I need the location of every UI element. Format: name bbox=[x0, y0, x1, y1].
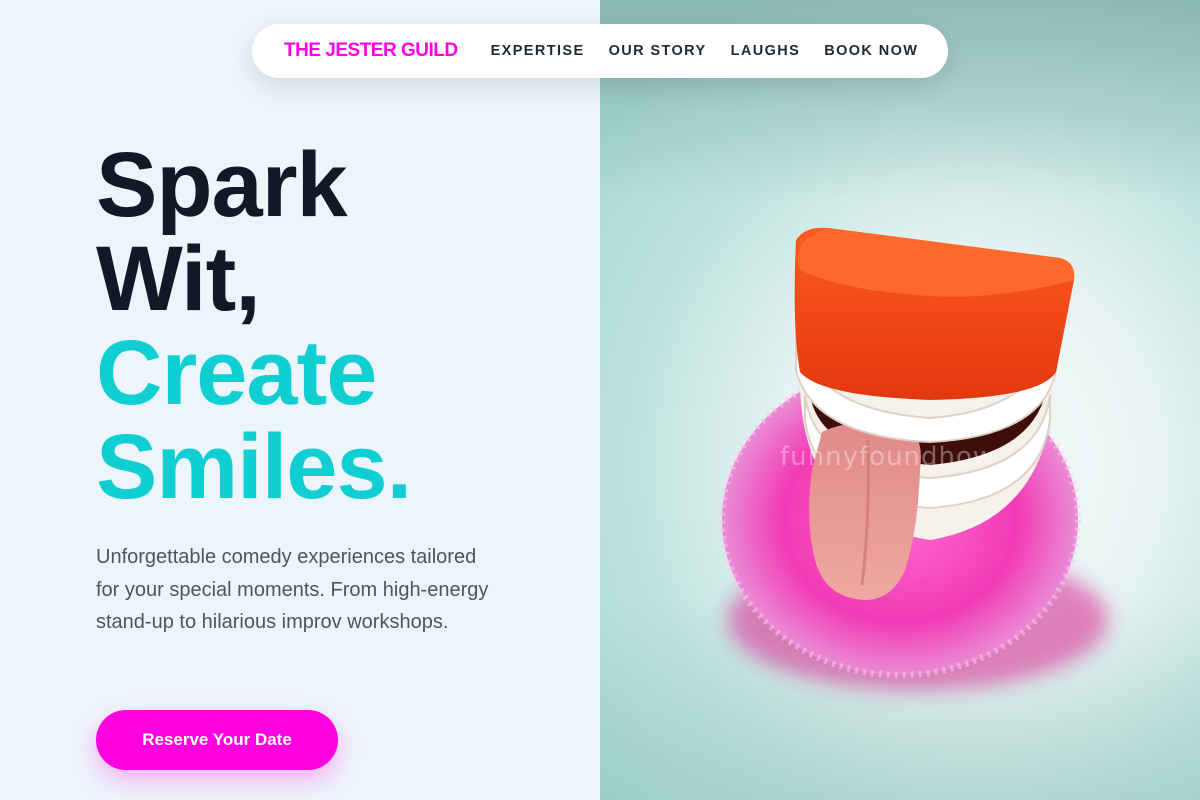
headline-line-1: Spark bbox=[96, 134, 348, 236]
nav-link-book-now[interactable]: BOOK NOW bbox=[824, 43, 918, 59]
hero-left-panel: Spark Wit, Create Smiles. Unforgettable … bbox=[0, 0, 600, 800]
hero-image-panel: funnyfoundhow bbox=[600, 0, 1200, 800]
nav-link-laughs[interactable]: LAUGHS bbox=[731, 43, 801, 59]
nav-link-expertise[interactable]: EXPERTISE bbox=[491, 43, 585, 59]
headline-line-4: Smiles. bbox=[96, 416, 412, 518]
hero-description: Unforgettable comedy experiences tailore… bbox=[96, 546, 489, 633]
image-watermark: funnyfoundhow bbox=[780, 442, 995, 472]
brand-logo[interactable]: THE JESTER GUILD bbox=[284, 40, 458, 62]
nav-links: EXPERTISE OUR STORY LAUGHS BOOK NOW bbox=[491, 43, 919, 59]
chattering-teeth-toy-icon: funnyfoundhow bbox=[719, 227, 1108, 690]
headline-line-3: Create bbox=[96, 322, 377, 424]
top-navbar: THE JESTER GUILD EXPERTISE OUR STORY LAU… bbox=[252, 24, 948, 78]
landing-page: Spark Wit, Create Smiles. Unforgettable … bbox=[0, 0, 1200, 800]
headline-line-2: Wit, bbox=[96, 228, 261, 330]
hero-headline: Spark Wit, Create Smiles. bbox=[96, 134, 412, 518]
reserve-date-button[interactable]: Reserve Your Date bbox=[96, 710, 338, 770]
nav-link-our-story[interactable]: OUR STORY bbox=[609, 43, 707, 59]
